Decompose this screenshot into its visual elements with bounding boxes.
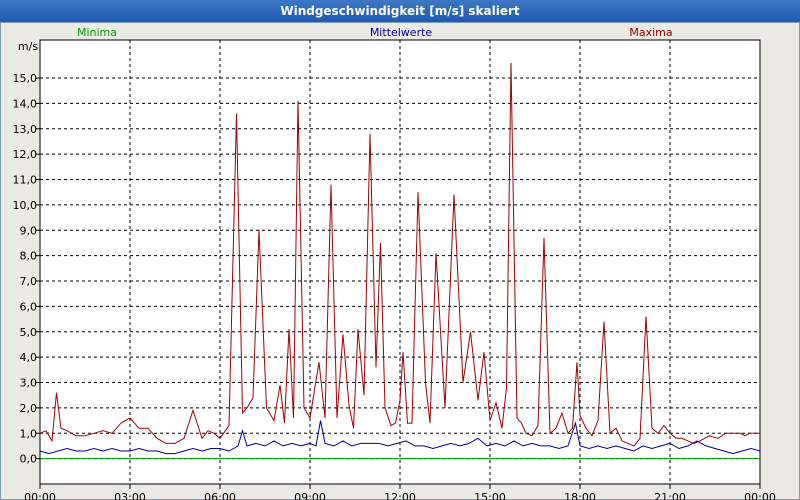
chart-window: Windgeschwindigkeit [m/s] skaliert 0,0 1,… (0, 0, 800, 500)
y-tick-label: 2,0 (20, 402, 38, 415)
y-tick-label: 0,0 (20, 453, 38, 466)
y-tick-label: 15,0 (13, 72, 38, 85)
x-tick-time-label: 09:00 (294, 491, 326, 500)
legend-entry-maxima: Maxima (629, 26, 672, 39)
y-tick-label: 10,0 (13, 199, 38, 212)
y-tick-label: 13,0 (13, 123, 38, 136)
y-tick-label: 5,0 (20, 326, 38, 339)
x-tick-time-label: 12:00 (384, 491, 416, 500)
y-tick-label: 3,0 (20, 377, 38, 390)
y-tick-label: 4,0 (20, 351, 38, 364)
x-tick-time-label: 06:00 (204, 491, 236, 500)
window-title: Windgeschwindigkeit [m/s] skaliert (0, 0, 800, 22)
y-axis-label: m/s (18, 40, 38, 53)
legend-entry-mittelwerte: Mittelwerte (370, 26, 433, 39)
x-tick-time-label: 00:00 (744, 491, 776, 500)
x-tick-time-label: 00:00 (24, 491, 56, 500)
wind-speed-chart: 0,0 1,0 2,0 3,0 4,0 5,0 6,0 7,0 8,0 9,0 10,0 11,0 12… (0, 22, 800, 500)
y-tick-label: 12,0 (13, 148, 38, 161)
y-tick-label: 8,0 (20, 250, 38, 263)
x-tick-time-label: 18:00 (564, 491, 596, 500)
y-tick-label: 7,0 (20, 275, 38, 288)
y-tick-label: 11,0 (13, 174, 38, 187)
y-tick-label: 9,0 (20, 224, 38, 237)
y-tick-label: 14,0 (13, 97, 38, 110)
x-tick-time-label: 21:00 (654, 491, 686, 500)
x-tick-time-label: 15:00 (474, 491, 506, 500)
x-tick-time-label: 03:00 (114, 491, 146, 500)
y-tick-label: 6,0 (20, 300, 38, 313)
legend-entry-minima: Minima (77, 26, 117, 39)
y-tick-label: 1,0 (20, 427, 38, 440)
